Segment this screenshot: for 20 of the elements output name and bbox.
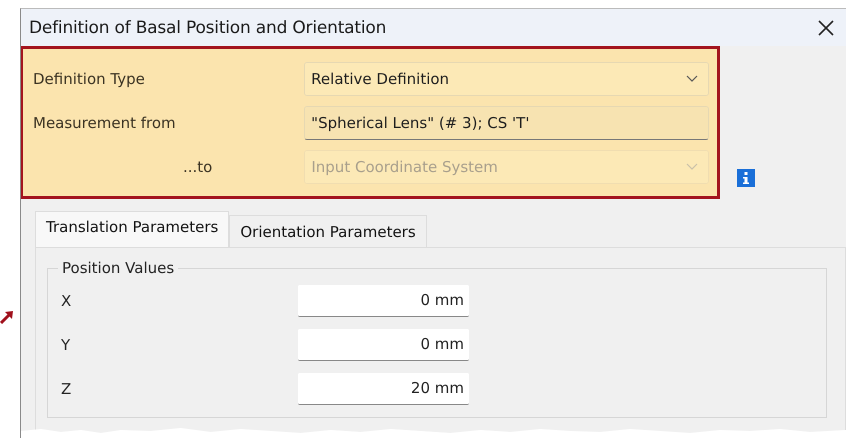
arrow-icon	[0, 310, 14, 324]
input-field[interactable]: 0 mm	[298, 329, 469, 361]
field-label: Y	[60, 336, 72, 354]
chevron-icon	[686, 75, 698, 82]
field-label: X	[60, 292, 72, 310]
text-field[interactable]: "Spherical Lens" (# 3); CS 'T'	[304, 106, 709, 140]
info-icon[interactable]	[737, 169, 755, 187]
window-title: Definition of Basal Position and Orientation	[29, 18, 386, 38]
input-field[interactable]: 0 mm	[298, 285, 469, 317]
tab[interactable]: Orientation Parameters	[229, 215, 427, 247]
close-icon[interactable]	[818, 20, 834, 36]
tab[interactable]: Translation Parameters	[35, 211, 230, 247]
dropdown: Input Coordinate System	[304, 150, 709, 184]
field-label: Measurement from	[33, 114, 177, 132]
chevron-icon	[686, 163, 698, 170]
dropdown[interactable]: Relative Definition	[304, 62, 709, 96]
input-field[interactable]: 20 mm	[298, 373, 469, 405]
field-label: Z	[60, 380, 72, 398]
field-label: Definition Type	[33, 70, 146, 88]
field-label: ...to	[182, 158, 214, 176]
